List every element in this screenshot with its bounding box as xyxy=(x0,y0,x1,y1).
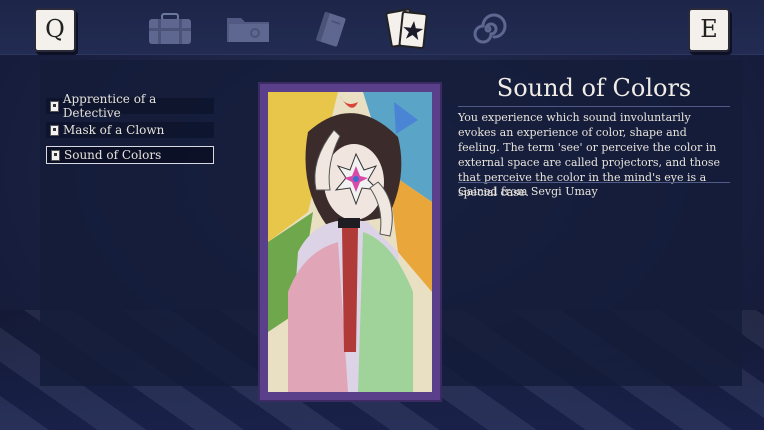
card-icon xyxy=(50,124,59,136)
list-item-label: Apprentice of a Detective xyxy=(62,92,157,120)
e-key-button[interactable]: E xyxy=(688,8,730,52)
folder-icon[interactable] xyxy=(222,10,274,48)
q-key-button[interactable]: Q xyxy=(34,8,76,52)
top-nav-bar: Q E xyxy=(0,0,764,55)
notebook-icon[interactable] xyxy=(304,10,356,48)
spiral-icon[interactable] xyxy=(462,10,514,48)
list-item-label: Sound of Colors xyxy=(64,148,162,162)
ability-source: Gained from Sevgi Umay xyxy=(458,185,598,198)
title-divider xyxy=(458,106,730,107)
list-item-label: Mask of a Clown xyxy=(63,123,165,137)
description-divider xyxy=(458,182,730,183)
list-item-sound-of-colors[interactable]: Sound of Colors xyxy=(46,146,214,164)
ability-card-artwork xyxy=(268,92,432,392)
list-item-apprentice-of-a-detective[interactable]: Apprentice of a Detective xyxy=(46,92,214,120)
ability-list: Apprentice of a Detective Mask of a Clow… xyxy=(46,92,214,172)
card-icon xyxy=(50,100,59,112)
card-icon xyxy=(51,149,60,161)
ability-title: Sound of Colors xyxy=(496,74,692,102)
ability-card xyxy=(258,82,442,402)
list-item-mask-of-a-clown[interactable]: Mask of a Clown xyxy=(46,122,214,138)
briefcase-icon[interactable] xyxy=(144,10,196,48)
cards-icon[interactable] xyxy=(382,8,434,49)
